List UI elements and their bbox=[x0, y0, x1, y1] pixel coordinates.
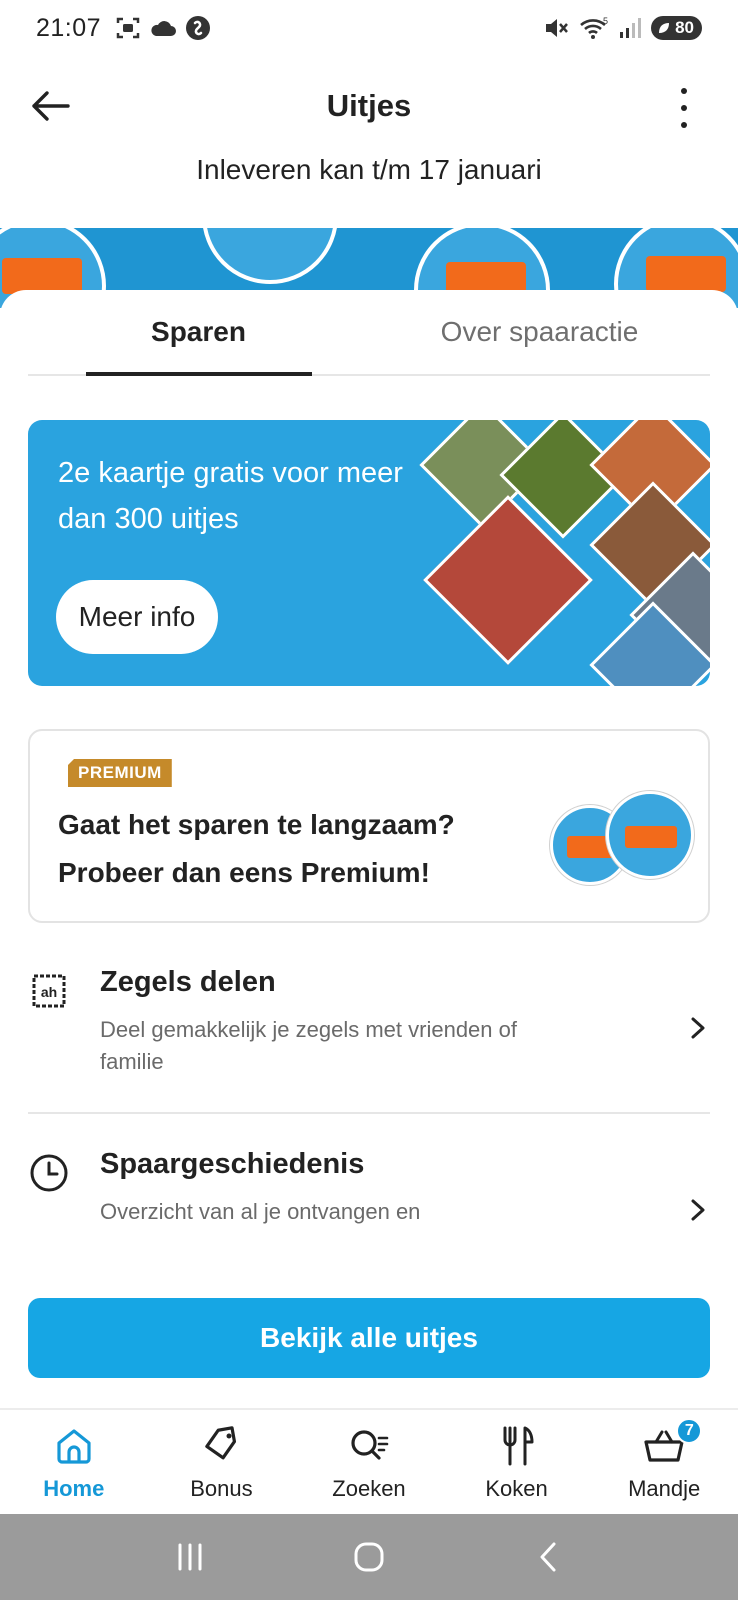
list-item-title: Spaargeschiedenis bbox=[100, 1148, 365, 1180]
cutlery-icon bbox=[503, 1426, 534, 1466]
nav-bonus[interactable]: Bonus bbox=[148, 1410, 296, 1514]
cta-container: Bekijk alle uitjes bbox=[0, 1266, 738, 1406]
page-subtitle: Inleveren kan t/m 17 januari bbox=[196, 154, 542, 185]
nav-mandje[interactable]: 7 Mandje bbox=[590, 1410, 738, 1514]
back-chevron-icon bbox=[540, 1542, 556, 1572]
svg-text:5: 5 bbox=[603, 16, 608, 26]
tab-over-spaaractie[interactable]: Over spaaractie bbox=[369, 290, 710, 374]
ticket-graphic bbox=[646, 256, 726, 292]
leaf-icon bbox=[659, 23, 670, 33]
bottom-navigation: Home Bonus Zoeken Koken 7 Mandje bbox=[0, 1408, 738, 1514]
list-divider bbox=[28, 1112, 710, 1114]
chevron-right-icon bbox=[691, 1199, 705, 1221]
battery-icon: 80 bbox=[651, 16, 702, 40]
more-options-button[interactable] bbox=[676, 88, 692, 128]
status-time: 21:07 bbox=[36, 13, 102, 42]
wifi-icon: 5 bbox=[580, 16, 608, 39]
list-item-spaargeschiedenis[interactable]: Spaargeschiedenis Overzicht van al je on… bbox=[28, 1148, 710, 1248]
home-circle-icon bbox=[354, 1542, 384, 1572]
home-icon bbox=[57, 1429, 91, 1464]
signal-icon bbox=[620, 18, 642, 38]
shazam-icon bbox=[186, 16, 211, 40]
nav-label: Bonus bbox=[190, 1476, 253, 1501]
ticket-graphic bbox=[2, 258, 82, 294]
status-right-icons: 5 80 bbox=[543, 16, 702, 40]
cloud-icon bbox=[151, 21, 177, 36]
svg-text:ah: ah bbox=[41, 984, 57, 1000]
view-all-outings-button[interactable]: Bekijk alle uitjes bbox=[28, 1298, 710, 1378]
nav-home[interactable]: Home bbox=[0, 1410, 148, 1514]
chevron-right-icon bbox=[691, 1017, 705, 1039]
nav-koken[interactable]: Koken bbox=[443, 1410, 591, 1514]
ticket-graphic bbox=[625, 826, 677, 848]
premium-badge: PREMIUM bbox=[68, 759, 172, 787]
screenshot-icon bbox=[116, 17, 140, 39]
list-item-description: Overzicht van al je ontvangen en bbox=[100, 1199, 421, 1224]
attractions-collage bbox=[408, 420, 710, 686]
nav-label: Home bbox=[43, 1476, 105, 1501]
tag-icon bbox=[205, 1426, 237, 1460]
premium-text: Gaat het sparen te langzaam? Probeer dan… bbox=[58, 809, 455, 888]
stamp-icon: ah bbox=[32, 974, 66, 1008]
cart-count-badge: 7 bbox=[676, 1418, 703, 1444]
nav-label: Zoeken bbox=[332, 1476, 406, 1501]
dot-icon bbox=[681, 88, 687, 94]
status-bar: 21:07 5 80 bbox=[0, 0, 738, 56]
tab-label: Sparen bbox=[151, 316, 246, 347]
premium-stamps-image bbox=[550, 791, 694, 885]
recent-apps-icon bbox=[178, 1543, 202, 1571]
premium-card[interactable]: PREMIUM Gaat het sparen te langzaam? Pro… bbox=[28, 729, 710, 923]
tab-sparen[interactable]: Sparen bbox=[28, 290, 369, 374]
dot-icon bbox=[681, 105, 687, 111]
more-info-button[interactable]: Meer info bbox=[56, 580, 218, 654]
battery-level: 80 bbox=[675, 18, 694, 37]
dot-icon bbox=[681, 122, 687, 128]
tab-label: Over spaaractie bbox=[440, 316, 639, 347]
mute-icon bbox=[546, 19, 569, 37]
promo-headline: 2e kaartje gratis voor meer dan 300 uitj… bbox=[58, 457, 403, 535]
content-sheet: Sparen Over spaaractie 2e kaartje gratis… bbox=[0, 290, 738, 1410]
nav-label: Koken bbox=[485, 1476, 548, 1501]
page-title: Uitjes bbox=[326, 88, 412, 123]
clock-icon bbox=[30, 1154, 68, 1192]
home-system-button[interactable] bbox=[344, 1532, 394, 1582]
stamp-image bbox=[606, 791, 694, 879]
list-item-zegels-delen[interactable]: ah Zegels delen Deel gemakkelijk je zege… bbox=[28, 966, 710, 1086]
nav-zoeken[interactable]: Zoeken bbox=[295, 1410, 443, 1514]
back-system-button[interactable] bbox=[523, 1532, 573, 1582]
list-item-title: Zegels delen bbox=[100, 966, 276, 998]
list-item-description: Deel gemakkelijk je zegels met vrienden … bbox=[100, 1017, 517, 1074]
active-tab-indicator bbox=[86, 372, 312, 376]
tab-bar: Sparen Over spaaractie bbox=[28, 290, 710, 376]
stamp-image bbox=[202, 228, 338, 284]
app-header: Uitjes bbox=[0, 70, 738, 142]
status-left-icons bbox=[115, 15, 211, 41]
search-icon bbox=[351, 1430, 389, 1460]
promo-banner[interactable]: 2e kaartje gratis voor meer dan 300 uitj… bbox=[28, 420, 710, 686]
recent-apps-button[interactable] bbox=[165, 1532, 215, 1582]
nav-label: Mandje bbox=[628, 1476, 701, 1501]
system-navigation-bar bbox=[0, 1514, 738, 1600]
